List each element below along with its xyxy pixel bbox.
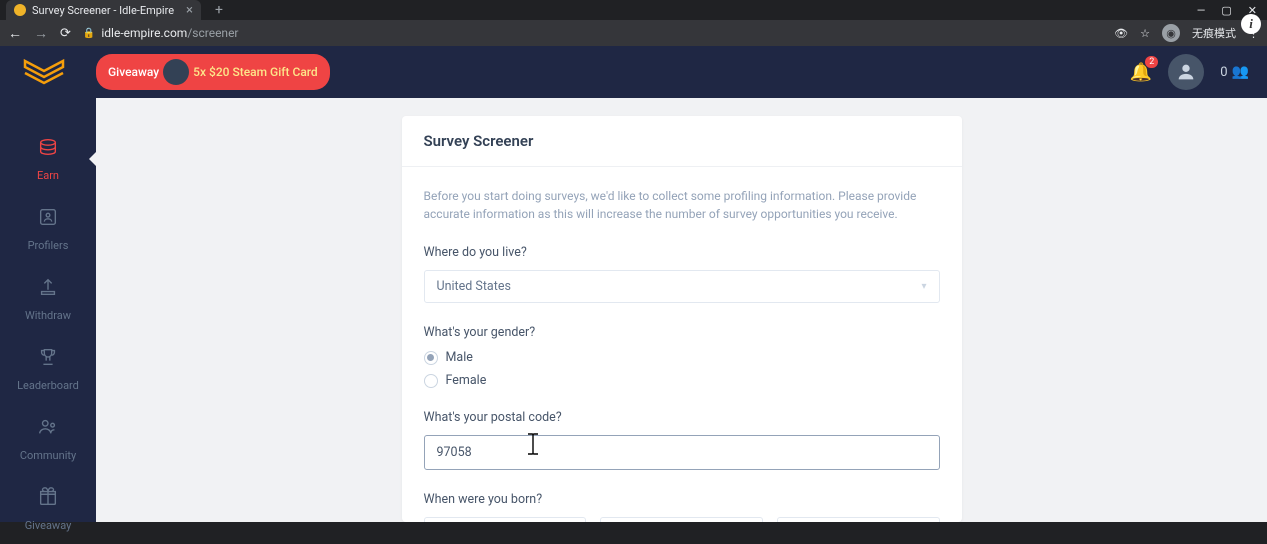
birth-month-select[interactable]: Month ▾ — [600, 517, 763, 522]
birth-day-select[interactable]: Day ▾ — [777, 517, 940, 522]
gift-icon — [37, 486, 59, 513]
window-controls: — ▢ ✕ — [1197, 4, 1267, 17]
tab-title: Survey Screener - Idle-Empire — [32, 4, 174, 17]
card-header: Survey Screener — [402, 116, 962, 167]
sidebar-item-earn[interactable]: Earn — [0, 124, 96, 194]
birth-label: When were you born? — [424, 492, 940, 507]
back-icon[interactable]: ← — [8, 25, 22, 42]
sidebar-item-label: Leaderboard — [17, 379, 79, 392]
leaderboard-icon — [37, 346, 59, 373]
postal-group: What's your postal code? — [424, 410, 940, 470]
sidebar-item-withdraw[interactable]: Withdraw — [0, 264, 96, 334]
card-title: Survey Screener — [424, 132, 940, 150]
sidebar-item-label: Withdraw — [25, 309, 71, 322]
giveaway-prize: 5x $20 Steam Gift Card — [193, 65, 318, 79]
country-select[interactable]: United States ▾ — [424, 270, 940, 303]
points-display[interactable]: 0 👥 — [1220, 64, 1249, 80]
minimize-icon[interactable]: — — [1197, 4, 1206, 17]
sidebar: Earn Profilers Withdraw Leaderboard Comm… — [0, 98, 96, 522]
sidebar-item-community[interactable]: Community — [0, 404, 96, 474]
sidebar-item-label: Profilers — [28, 239, 69, 252]
forward-icon[interactable]: → — [34, 25, 48, 42]
country-label: Where do you live? — [424, 245, 940, 260]
country-value: United States — [437, 279, 511, 294]
points-value: 0 — [1220, 65, 1227, 80]
gender-female-radio[interactable]: Female — [424, 373, 940, 388]
notifications-button[interactable]: 🔔 2 — [1130, 62, 1152, 83]
giveaway-pill[interactable]: Giveaway 5x $20 Steam Gift Card — [96, 54, 330, 90]
reload-icon[interactable]: ⟳ — [60, 26, 71, 41]
main-area: Earn Profilers Withdraw Leaderboard Comm… — [0, 98, 1267, 522]
giveaway-label: Giveaway — [108, 65, 159, 79]
gender-label: What's your gender? — [424, 325, 940, 340]
maximize-icon[interactable]: ▢ — [1221, 4, 1231, 17]
community-icon — [37, 416, 59, 443]
url-text: idle-empire.com/screener — [101, 26, 238, 40]
postal-label: What's your postal code? — [424, 410, 940, 425]
browser-tab[interactable]: Survey Screener - Idle-Empire × — [6, 0, 201, 20]
postal-input[interactable] — [424, 435, 940, 470]
incognito-icon[interactable]: ◉ — [1162, 24, 1180, 42]
intro-text: Before you start doing surveys, we'd lik… — [424, 187, 940, 223]
site-logo[interactable] — [18, 54, 70, 90]
sidebar-item-label: Earn — [37, 169, 59, 182]
address-bar: ← → ⟳ 🔒 idle-empire.com/screener 👁 ☆ ◉ 无… — [0, 20, 1267, 46]
close-icon[interactable]: × — [186, 3, 193, 18]
sidebar-item-giveaway[interactable]: Giveaway — [0, 474, 96, 544]
points-icon: 👥 — [1232, 64, 1249, 80]
steam-icon — [163, 59, 189, 85]
withdraw-icon — [37, 276, 59, 303]
radio-checked-icon — [424, 351, 438, 365]
site-header: Giveaway 5x $20 Steam Gift Card 🔔 2 0 👥 — [0, 46, 1267, 98]
new-tab-button[interactable]: + — [215, 2, 223, 18]
gender-male-label: Male — [446, 350, 473, 365]
browser-chrome: Survey Screener - Idle-Empire × + — ▢ ✕ … — [0, 0, 1267, 46]
url-box[interactable]: 🔒 idle-empire.com/screener — [83, 26, 1102, 40]
birth-year-select[interactable]: Year ▾ — [424, 517, 587, 522]
tab-favicon-icon — [14, 4, 26, 16]
info-bubble-icon: i — [1241, 14, 1261, 34]
notification-badge: 2 — [1145, 56, 1158, 68]
sidebar-item-profilers[interactable]: Profilers — [0, 194, 96, 264]
gender-group: What's your gender? Male Female — [424, 325, 940, 388]
eye-off-icon[interactable]: 👁 — [1114, 27, 1128, 40]
radio-unchecked-icon — [424, 374, 438, 388]
star-icon[interactable]: ☆ — [1140, 27, 1150, 40]
guest-mode-label: 无痕模式 — [1192, 25, 1236, 41]
birth-group: When were you born? Year ▾ Month ▾ Day ▾ — [424, 492, 940, 522]
tab-bar: Survey Screener - Idle-Empire × + — ▢ ✕ — [0, 0, 1267, 20]
earn-icon — [37, 136, 59, 163]
country-group: Where do you live? United States ▾ — [424, 245, 940, 303]
sidebar-item-label: Community — [20, 449, 76, 462]
lock-icon: 🔒 — [83, 28, 95, 39]
card-body: Before you start doing surveys, we'd lik… — [402, 167, 962, 522]
gender-male-radio[interactable]: Male — [424, 350, 940, 365]
gender-female-label: Female — [446, 373, 487, 388]
chevron-down-icon: ▾ — [921, 281, 926, 292]
sidebar-item-label: Giveaway — [25, 519, 72, 532]
sidebar-item-leaderboard[interactable]: Leaderboard — [0, 334, 96, 404]
avatar[interactable] — [1168, 54, 1204, 90]
content-area: Survey Screener Before you start doing s… — [96, 98, 1267, 522]
profilers-icon — [37, 206, 59, 233]
survey-card: Survey Screener Before you start doing s… — [402, 116, 962, 522]
